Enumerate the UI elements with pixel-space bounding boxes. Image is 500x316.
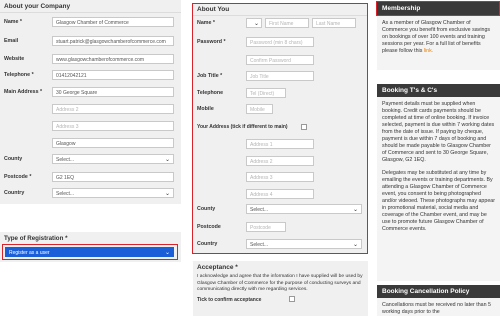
company-website-input[interactable]: www.glasgowchamberofcommerce.com [52,54,174,64]
membership-link[interactable]: link. [424,48,433,54]
company-postcode-row: Postcode * G2 1EQ [0,172,181,183]
terms-header: Booking T's & C's [377,84,500,97]
company-postcode-label: Postcode * [4,174,32,180]
membership-body: As a member of Glasgow Chamber of Commer… [377,16,500,70]
about-company-title: About your Company [0,0,181,13]
company-email-input[interactable]: stuart.patrick@glasgowchamberofcommerce.… [52,36,174,46]
company-telephone-label: Telephone * [4,72,34,78]
registration-title: Type of Registration * [4,235,68,242]
company-address-row: Main Address * 30 George Square [0,87,181,98]
cancellation-body: Cancellations must be received no later … [377,298,500,316]
company-address2-input[interactable]: Address 2 [52,104,174,114]
chevron-down-icon: ⌄ [164,157,170,163]
acceptance-panel: Acceptance * I acknowledge and agree tha… [193,261,368,316]
company-address3-input[interactable]: Address 3 [52,121,174,131]
company-country-select[interactable]: Select... ⌄ [52,188,174,198]
terms-body: Payment details must be supplied when bo… [377,97,500,281]
company-name-label: Name * [4,19,22,25]
chevron-down-icon: ⌄ [164,250,170,256]
company-website-row: Website www.glasgowchamberofcommerce.com [0,54,181,65]
company-country-value: Select... [56,190,75,197]
cancellation-header: Booking Cancellation Policy [377,285,500,298]
terms-paragraph-2: Delegates may be substituted at any time… [382,170,495,232]
terms-paragraph-1: Payment details must be supplied when bo… [382,101,495,163]
acceptance-title: Acceptance * [197,264,238,271]
company-county-value: Select... [56,156,75,163]
company-name-row: Name * Glasgow Chamber of Commerce [0,17,181,28]
company-address1-input[interactable]: 30 George Square [52,87,174,97]
company-country-label: Country [4,190,25,196]
company-address-label: Main Address * [4,89,43,95]
about-company-panel: About your Company Name * Glasgow Chambe… [0,0,181,204]
company-website-label: Website [4,56,25,62]
company-postcode-input[interactable]: G2 1EQ [52,172,174,182]
company-address4-input[interactable]: Glasgow [52,138,174,148]
company-county-label: County [4,156,23,162]
acceptance-text: I acknowledge and agree that the informa… [197,274,363,292]
about-you-highlight [192,3,368,254]
company-email-label: Email [4,38,19,44]
registration-type-select[interactable]: Register as a user ⌄ [5,247,174,257]
acceptance-checkbox[interactable] [289,296,295,302]
company-country-row: Country Select... ⌄ [0,188,181,199]
company-county-row: County Select... ⌄ [0,154,181,165]
acceptance-tick-label: Tick to confirm acceptance [197,297,262,303]
membership-highlight [376,1,500,16]
company-telephone-input[interactable]: 01412042121 [52,70,174,80]
chevron-down-icon: ⌄ [164,191,170,197]
membership-text: As a member of Glasgow Chamber of Commer… [382,20,491,54]
company-email-row: Email stuart.patrick@glasgowchamberofcom… [0,36,181,47]
company-name-input[interactable]: Glasgow Chamber of Commerce [52,17,174,27]
company-telephone-row: Telephone * 01412042121 [0,70,181,81]
cancellation-text: Cancellations must be received no later … [382,302,491,315]
registration-type-value: Register as a user [9,249,50,256]
company-county-select[interactable]: Select... ⌄ [52,154,174,164]
